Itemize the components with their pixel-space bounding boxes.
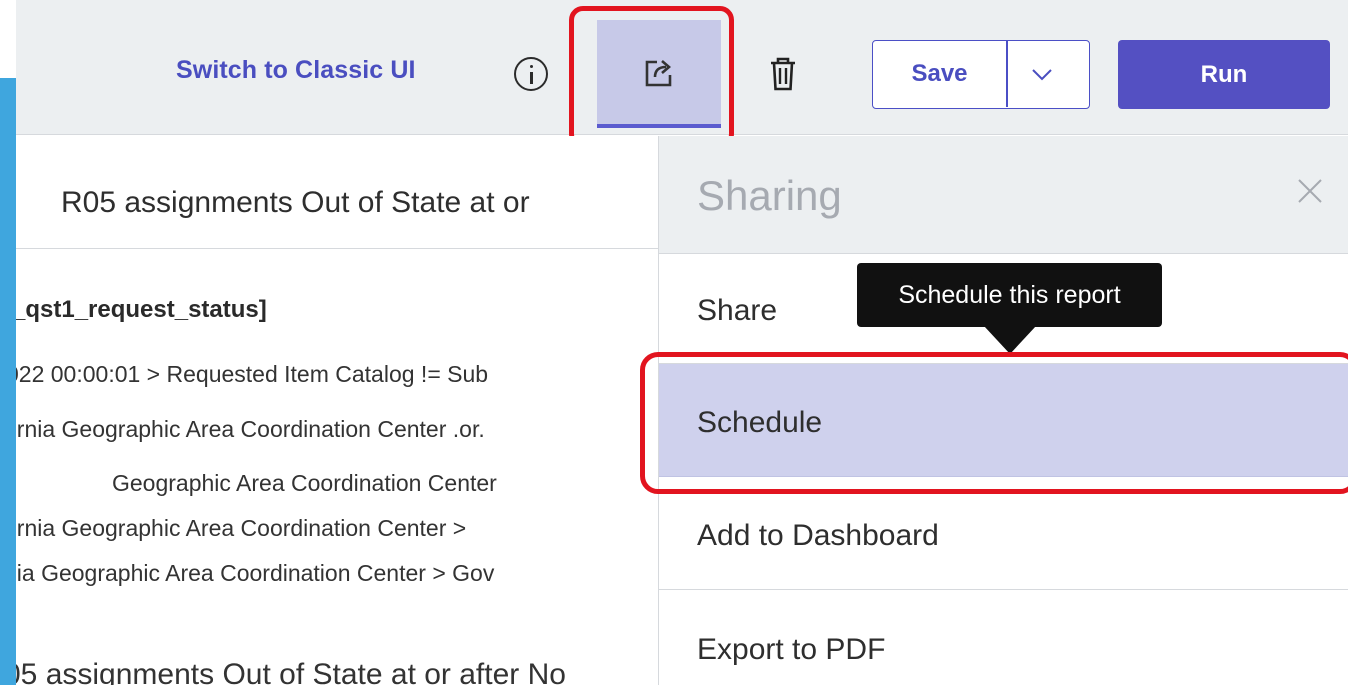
menu-item-schedule[interactable]: Schedule bbox=[659, 364, 1348, 477]
report-filter-line: nia Geographic Area Coordination Center … bbox=[16, 560, 495, 586]
sharing-panel: Sharing Share Schedule Add to Dashboard … bbox=[658, 136, 1348, 685]
menu-item-add-to-dashboard[interactable]: Add to Dashboard bbox=[659, 478, 1348, 590]
menu-item-export-to-pdf[interactable]: Export to PDF bbox=[659, 590, 1348, 685]
run-button[interactable]: Run bbox=[1118, 40, 1330, 109]
menu-item-label: Schedule bbox=[697, 406, 823, 439]
share-button[interactable] bbox=[597, 20, 721, 128]
report-canvas: R05 assignments Out of State at or t_qst… bbox=[16, 136, 658, 685]
tooltip-arrow bbox=[984, 326, 1036, 354]
menu-item-label: Export to PDF bbox=[697, 633, 886, 666]
sharing-panel-header: Sharing bbox=[659, 136, 1348, 254]
share-export-icon bbox=[645, 60, 672, 87]
trash-icon[interactable] bbox=[768, 56, 798, 97]
save-divider bbox=[1006, 41, 1008, 107]
save-button[interactable]: Save bbox=[873, 41, 1006, 107]
info-icon-bar bbox=[530, 72, 533, 84]
menu-item-label: Share bbox=[697, 294, 778, 327]
report-subtitle: 05 assignments Out of State at or after … bbox=[16, 658, 566, 685]
report-filter-line: ornia Geographic Area Coordination Cente… bbox=[16, 515, 467, 541]
chevron-down-icon[interactable] bbox=[1028, 60, 1056, 93]
report-field-name: t_qst1_request_status] bbox=[16, 296, 267, 323]
report-divider bbox=[16, 248, 658, 249]
close-icon[interactable] bbox=[1295, 176, 1325, 211]
info-icon[interactable] bbox=[514, 57, 548, 91]
report-title: R05 assignments Out of State at or bbox=[61, 186, 530, 219]
report-filter-line: ornia Geographic Area Coordination Cente… bbox=[16, 416, 485, 442]
report-filter-line: 022 00:00:01 > Requested Item Catalog !=… bbox=[16, 361, 489, 387]
info-icon-dot bbox=[530, 65, 533, 68]
save-button-group: Save bbox=[872, 40, 1090, 109]
schedule-tooltip: Schedule this report bbox=[857, 263, 1162, 327]
top-toolbar: Switch to Classic UI Save Run bbox=[16, 0, 1348, 135]
menu-item-label: Add to Dashboard bbox=[697, 519, 939, 552]
switch-to-classic-ui-link[interactable]: Switch to Classic UI bbox=[176, 56, 416, 85]
left-accent-bar bbox=[0, 78, 16, 685]
report-filter-line: Geographic Area Coordination Center bbox=[112, 470, 497, 496]
sharing-panel-title: Sharing bbox=[697, 172, 842, 219]
